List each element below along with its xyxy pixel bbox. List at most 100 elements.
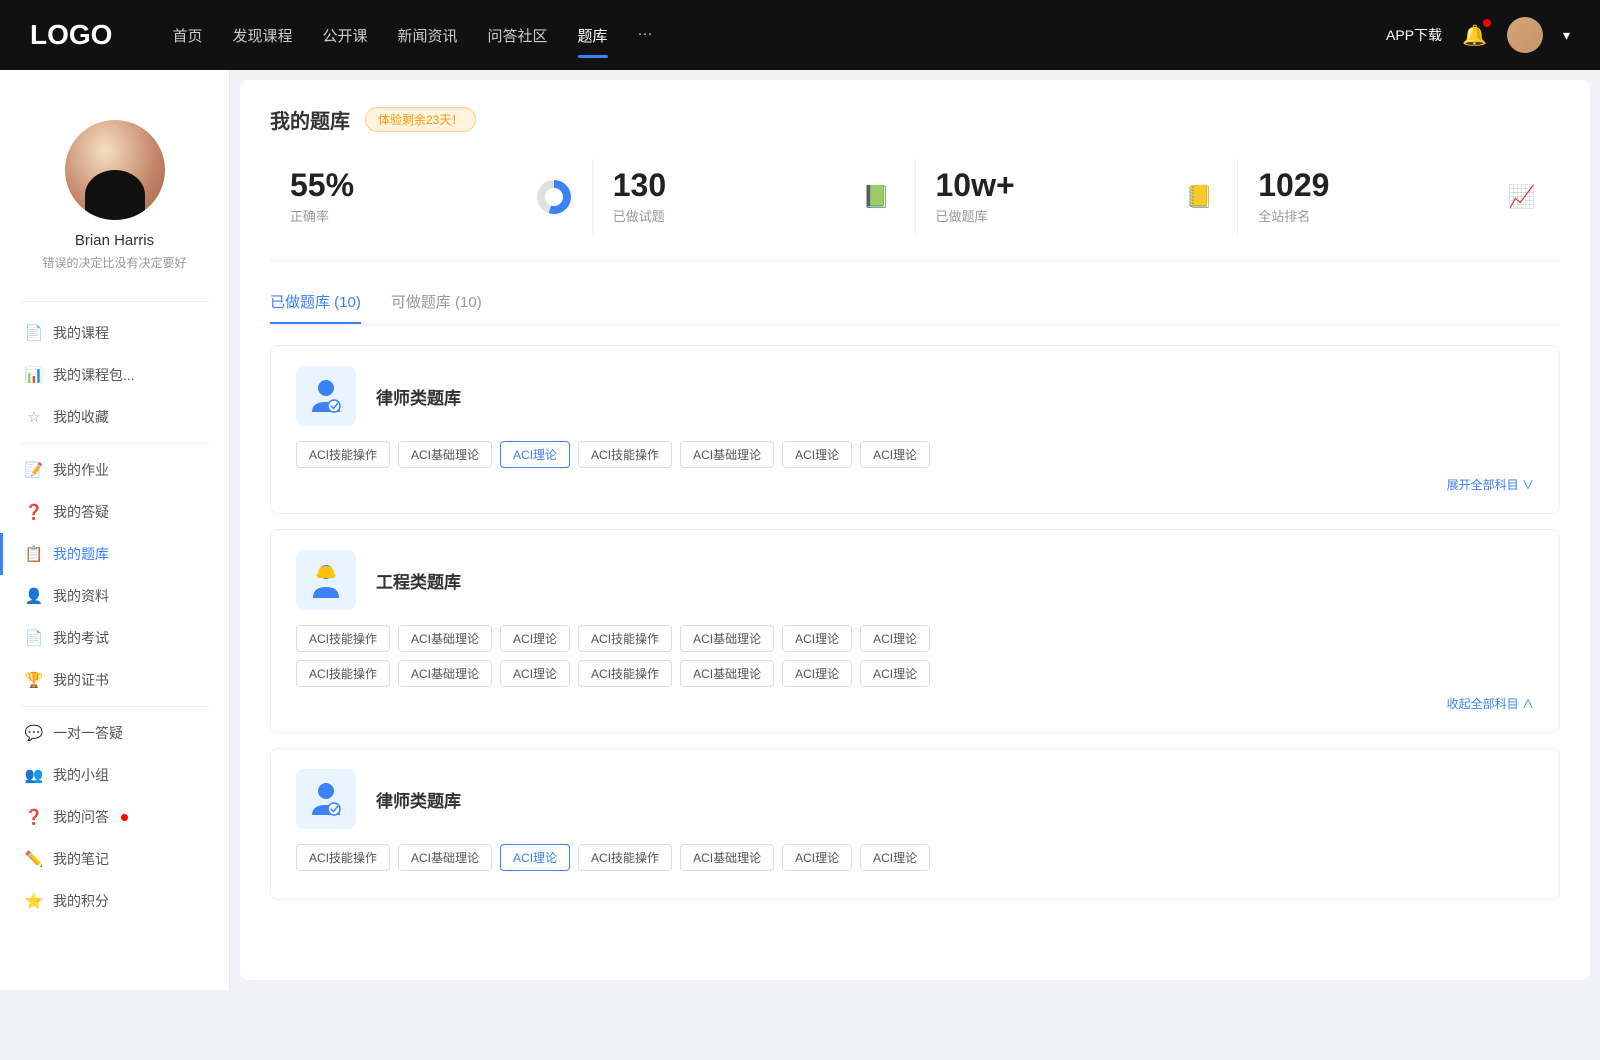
tag-2-6[interactable]: ACI理论 [782, 625, 852, 652]
nav-items: 首页 发现课程 公开课 新闻资讯 问答社区 题库 ··· [172, 21, 1346, 50]
sidebar-item-my-qa[interactable]: ❓ 我的问答 [0, 796, 229, 838]
bank-title-3: 律师类题库 [376, 787, 461, 812]
course-pack-icon: 📊 [25, 366, 43, 384]
tag-2b-2[interactable]: ACI基础理论 [398, 660, 492, 687]
sidebar-item-course[interactable]: 📄 我的课程 [0, 312, 229, 354]
my-qa-label: 我的问答 [53, 807, 109, 827]
avatar-image [1507, 17, 1543, 53]
sidebar-item-1on1[interactable]: 💬 一对一答疑 [0, 712, 229, 754]
tag-3-7[interactable]: ACI理论 [860, 844, 930, 871]
lawyer-svg-1 [306, 376, 346, 416]
nav-right: APP下载 🔔 ▾ [1386, 17, 1570, 53]
tag-3-3[interactable]: ACI理论 [500, 844, 570, 871]
sidebar-item-points[interactable]: ⭐ 我的积分 [0, 880, 229, 922]
sidebar-item-question-bank[interactable]: 📋 我的题库 [0, 533, 229, 575]
page-header: 我的题库 体验剩余23天！ [270, 105, 1560, 134]
tag-3-1[interactable]: ACI技能操作 [296, 844, 390, 871]
bank-title-1: 律师类题库 [376, 384, 461, 409]
sidebar-item-qa-answer[interactable]: ❓ 我的答疑 [0, 491, 229, 533]
nav-item-more[interactable]: ··· [638, 21, 653, 50]
sidebar-divider-2 [20, 443, 209, 444]
exam-label: 我的考试 [53, 628, 109, 648]
tag-3-5[interactable]: ACI基础理论 [680, 844, 774, 871]
nav-item-news[interactable]: 新闻资讯 [398, 21, 458, 50]
app-download-link[interactable]: APP下载 [1386, 25, 1442, 45]
lawyer-svg-3 [306, 779, 346, 819]
expand-link-1[interactable]: 展开全部科目 ∨ [296, 476, 1534, 493]
tag-1-2[interactable]: ACI基础理论 [398, 441, 492, 468]
tag-3-2[interactable]: ACI基础理论 [398, 844, 492, 871]
accuracy-label: 正确率 [290, 206, 524, 225]
tag-1-1[interactable]: ACI技能操作 [296, 441, 390, 468]
notification-bell[interactable]: 🔔 [1462, 23, 1487, 48]
my-qa-icon: ❓ [25, 808, 43, 826]
book-green-icon: 📗 [859, 179, 895, 215]
course-label: 我的课程 [53, 323, 109, 343]
sidebar-item-certificate[interactable]: 🏆 我的证书 [0, 659, 229, 701]
sidebar-item-profile[interactable]: 👤 我的资料 [0, 575, 229, 617]
sidebar-item-notes[interactable]: ✏️ 我的笔记 [0, 838, 229, 880]
favorites-icon: ☆ [25, 408, 43, 426]
bank-card-header-1: 律师类题库 [296, 366, 1534, 426]
sidebar-item-course-pack[interactable]: 📊 我的课程包... [0, 354, 229, 396]
collapse-link-2[interactable]: 收起全部科目 ∧ [296, 695, 1534, 712]
bank-card-engineering: 工程类题库 ACI技能操作 ACI基础理论 ACI理论 ACI技能操作 ACI基… [270, 529, 1560, 733]
tag-2-5[interactable]: ACI基础理论 [680, 625, 774, 652]
stats-row: 55% 正确率 130 已做试题 📗 10w+ 已做题库 📒 [270, 159, 1560, 261]
tabs-row: 已做题库 (10) 可做题库 (10) [270, 291, 1560, 325]
profile-label: 我的资料 [53, 586, 109, 606]
avatar-inner [65, 120, 165, 220]
navbar: LOGO 首页 发现课程 公开课 新闻资讯 问答社区 题库 ··· APP下载 … [0, 0, 1600, 70]
qa-label: 我的答疑 [53, 502, 109, 522]
sidebar-divider-3 [20, 706, 209, 707]
tag-1-5[interactable]: ACI基础理论 [680, 441, 774, 468]
tag-2b-6[interactable]: ACI理论 [782, 660, 852, 687]
sidebar-item-homework[interactable]: 📝 我的作业 [0, 449, 229, 491]
user-avatar[interactable] [1507, 17, 1543, 53]
page-wrapper: Brian Harris 错误的决定比没有决定要好 📄 我的课程 📊 我的课程包… [0, 70, 1600, 990]
tag-1-3[interactable]: ACI理论 [500, 441, 570, 468]
tag-1-6[interactable]: ACI理论 [782, 441, 852, 468]
tag-2-2[interactable]: ACI基础理论 [398, 625, 492, 652]
nav-item-discover[interactable]: 发现课程 [232, 21, 292, 50]
favorites-label: 我的收藏 [53, 407, 109, 427]
profile-section: Brian Harris 错误的决定比没有决定要好 [0, 100, 229, 291]
tag-2b-7[interactable]: ACI理论 [860, 660, 930, 687]
bank-card-lawyer-1: 律师类题库 ACI技能操作 ACI基础理论 ACI理论 ACI技能操作 ACI基… [270, 345, 1560, 514]
sidebar-item-group[interactable]: 👥 我的小组 [0, 754, 229, 796]
tag-3-4[interactable]: ACI技能操作 [578, 844, 672, 871]
tag-2b-1[interactable]: ACI技能操作 [296, 660, 390, 687]
sidebar-item-favorites[interactable]: ☆ 我的收藏 [0, 396, 229, 438]
tab-available-banks[interactable]: 可做题库 (10) [391, 291, 482, 324]
bank-title-2: 工程类题库 [376, 568, 461, 593]
tag-2b-3[interactable]: ACI理论 [500, 660, 570, 687]
chart-red-icon: 📈 [1504, 179, 1540, 215]
book-yellow-icon: 📒 [1181, 179, 1217, 215]
sidebar: Brian Harris 错误的决定比没有决定要好 📄 我的课程 📊 我的课程包… [0, 70, 230, 990]
1on1-label: 一对一答疑 [53, 723, 123, 743]
tag-1-7[interactable]: ACI理论 [860, 441, 930, 468]
tag-3-6[interactable]: ACI理论 [782, 844, 852, 871]
notes-icon: ✏️ [25, 850, 43, 868]
user-dropdown-arrow[interactable]: ▾ [1563, 27, 1570, 44]
group-label: 我的小组 [53, 765, 109, 785]
tab-done-banks[interactable]: 已做题库 (10) [270, 291, 361, 324]
nav-item-question-bank[interactable]: 题库 [578, 21, 608, 50]
notification-badge [1483, 19, 1491, 27]
tag-2b-4[interactable]: ACI技能操作 [578, 660, 672, 687]
tag-2b-5[interactable]: ACI基础理论 [680, 660, 774, 687]
sidebar-item-exam[interactable]: 📄 我的考试 [0, 617, 229, 659]
tag-2-7[interactable]: ACI理论 [860, 625, 930, 652]
certificate-icon: 🏆 [25, 671, 43, 689]
profile-icon: 👤 [25, 587, 43, 605]
nav-item-open-course[interactable]: 公开课 [322, 21, 367, 50]
tag-1-4[interactable]: ACI技能操作 [578, 441, 672, 468]
tag-2-4[interactable]: ACI技能操作 [578, 625, 672, 652]
nav-item-qa[interactable]: 问答社区 [488, 21, 548, 50]
nav-item-home[interactable]: 首页 [172, 21, 202, 50]
tag-2-1[interactable]: ACI技能操作 [296, 625, 390, 652]
tag-2-3[interactable]: ACI理论 [500, 625, 570, 652]
banks-label: 已做题库 [936, 206, 1170, 225]
sidebar-divider-1 [20, 301, 209, 302]
profile-motto: 错误的决定比没有决定要好 [42, 254, 186, 271]
